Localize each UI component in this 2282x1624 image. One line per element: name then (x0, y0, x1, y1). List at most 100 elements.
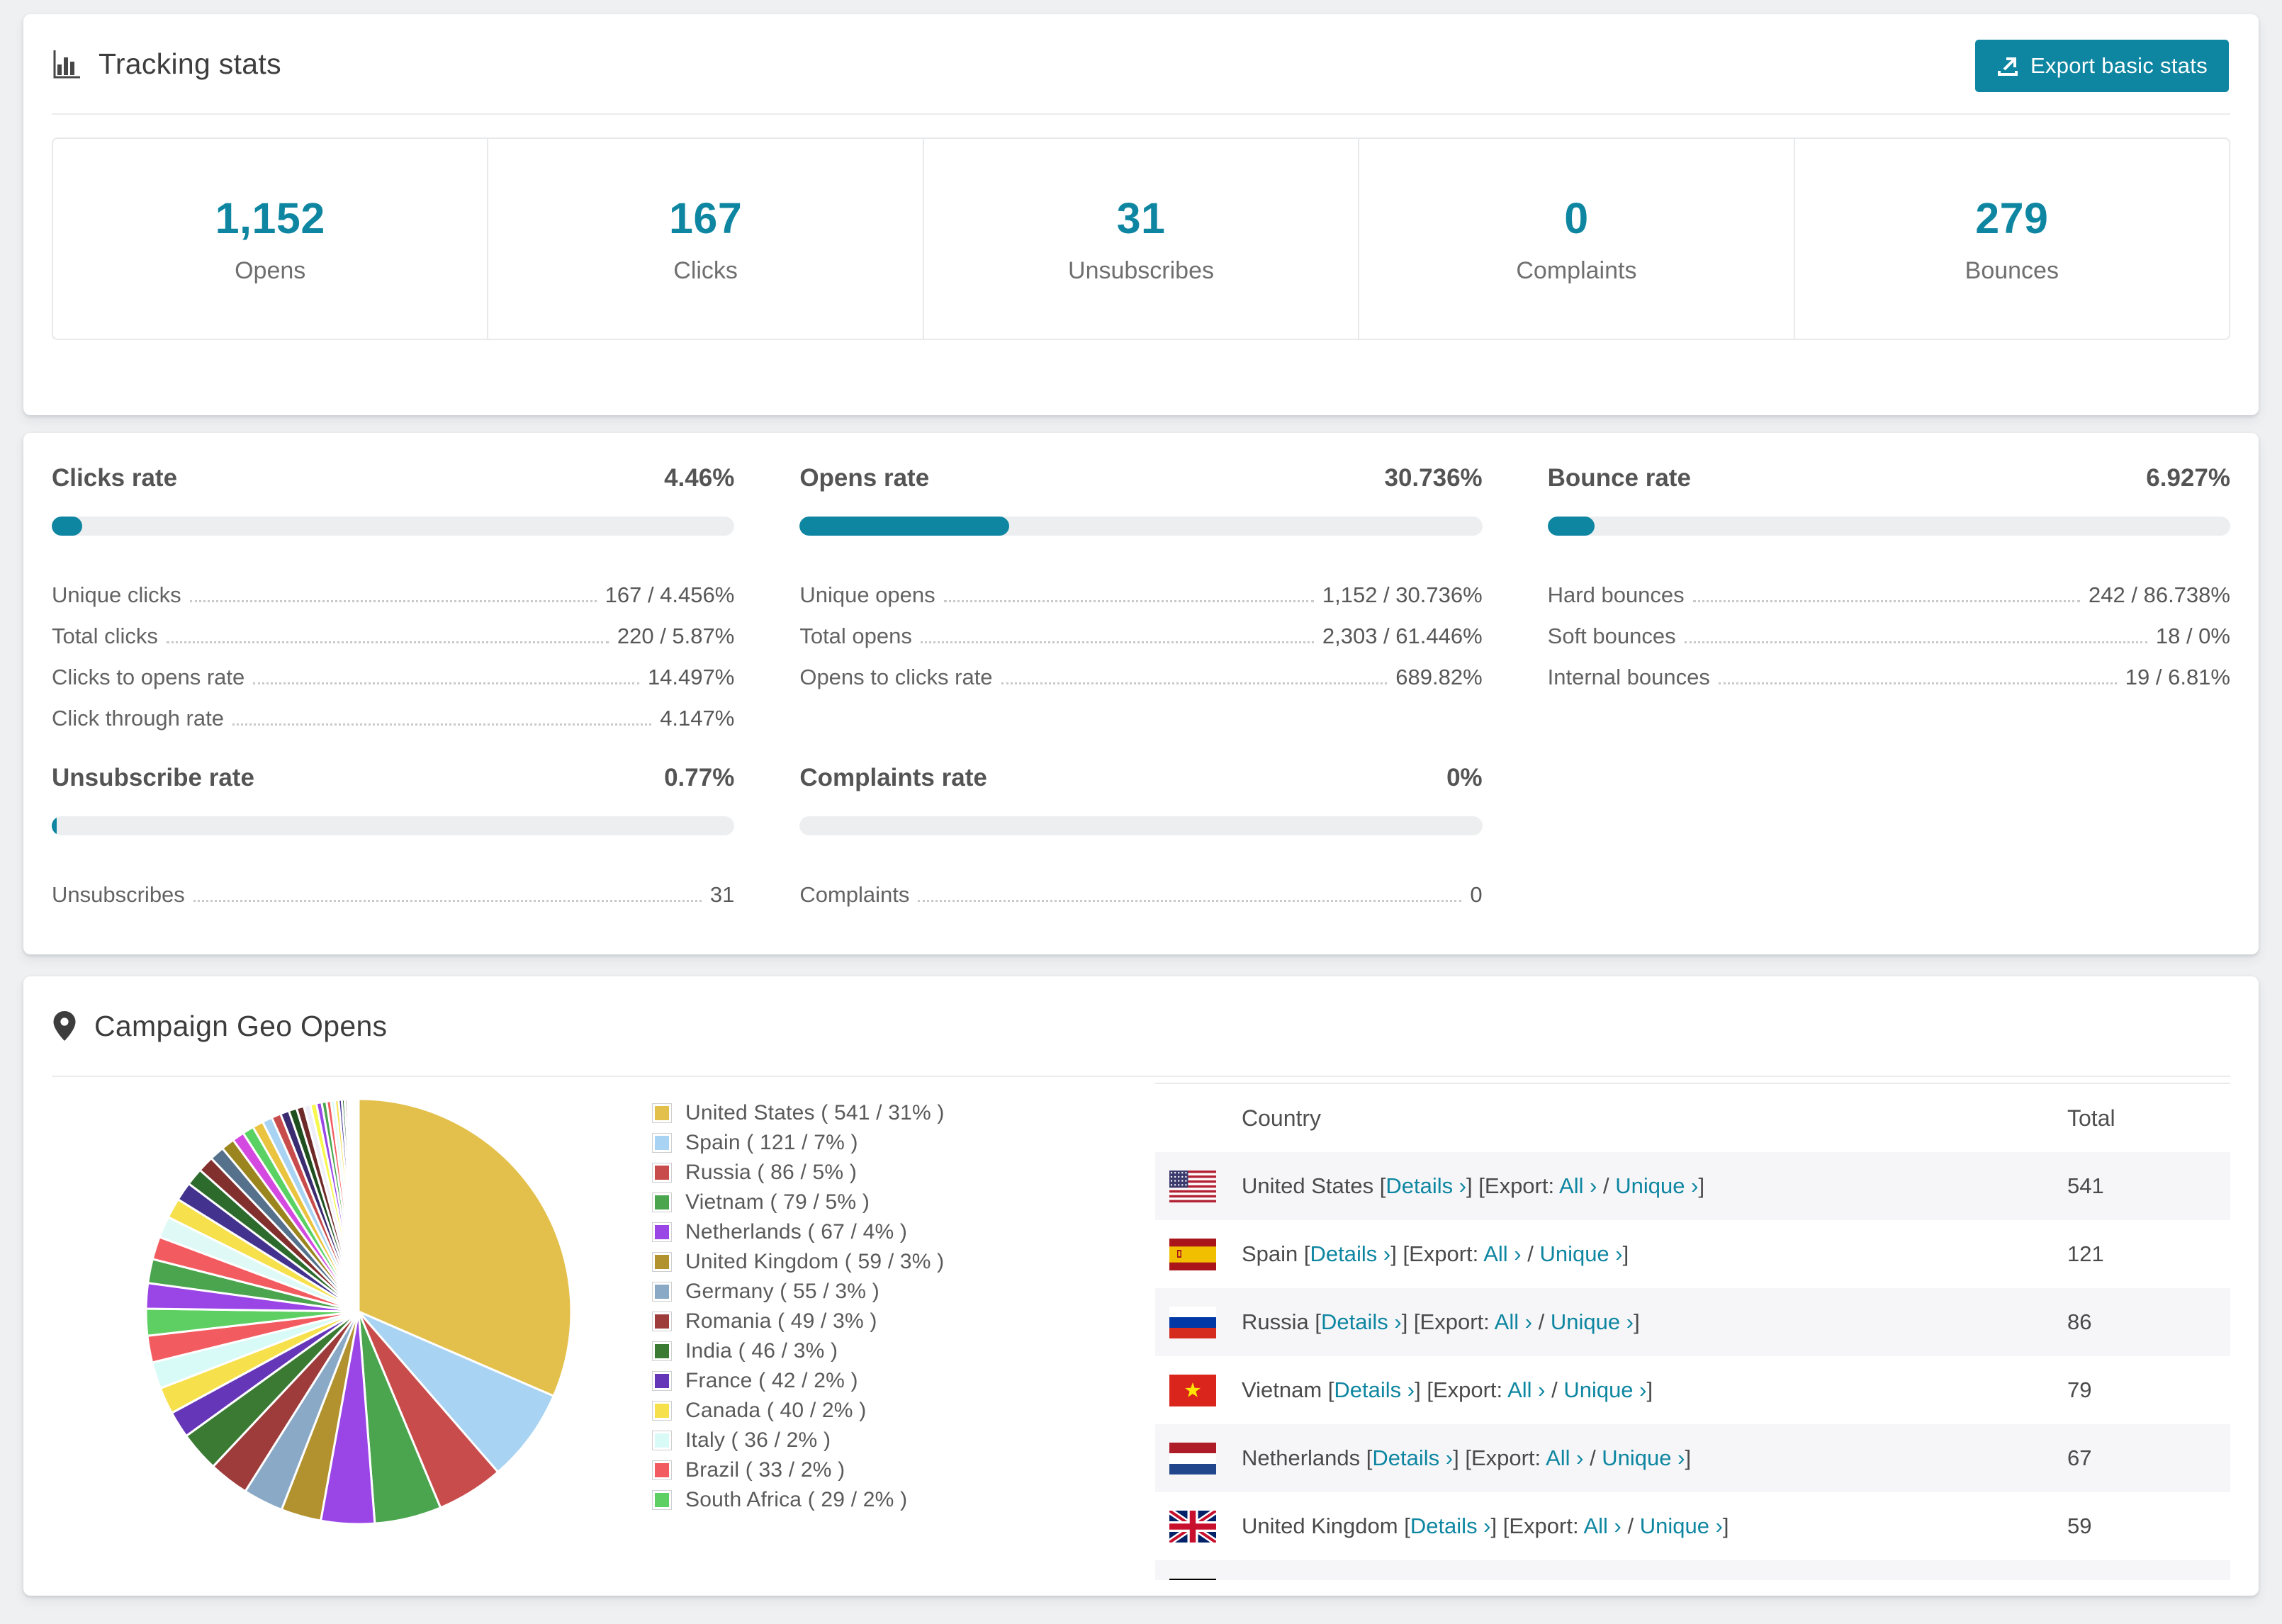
legend-item: Germany ( 55 / 3% ) (652, 1277, 945, 1307)
country-total: 541 (2067, 1173, 2104, 1198)
metric-label: Hard bounces (1547, 582, 1685, 607)
rate-title: Clicks rate (52, 464, 178, 492)
table-row: United States [Details ›] [Export: All ›… (1155, 1152, 2230, 1220)
metric-label: Internal bounces (1547, 665, 1710, 689)
rate-progress-track (799, 816, 1483, 835)
legend-label: Spain ( 121 / 7% ) (685, 1131, 858, 1154)
legend-label: Canada ( 40 / 2% ) (685, 1399, 867, 1422)
legend-item: Netherlands ( 67 / 4% ) (652, 1217, 945, 1247)
metric-label: Unsubscribes (52, 882, 185, 907)
details-link[interactable]: Details › (1321, 1309, 1402, 1334)
rate-metric-row: Unsubscribes 31 (52, 867, 734, 908)
stat-label: Clicks (673, 256, 738, 284)
stats-summary-row: 1,152 Opens 167 Clicks 31 Unsubscribes 0… (52, 137, 2230, 340)
dotted-leader (193, 900, 702, 902)
metric-value: 0 (1470, 882, 1483, 907)
export-unique-link[interactable]: Unique › (1539, 1241, 1622, 1266)
rate-block: Complaints rate 0% Complaints 0 (799, 764, 1483, 908)
geo-pie-chart (138, 1091, 579, 1532)
rate-title: Opens rate (799, 464, 930, 492)
legend-swatch (652, 1103, 672, 1123)
table-row: Russia [Details ›] [Export: All › / Uniq… (1155, 1288, 2230, 1356)
rate-block: Clicks rate 4.46% Unique clicks 167 / 4.… (52, 464, 735, 731)
legend-label: France ( 42 / 2% ) (685, 1369, 858, 1392)
legend-label: Romania ( 49 / 3% ) (685, 1309, 877, 1333)
legend-swatch (652, 1192, 672, 1212)
export-all-link[interactable]: All › (1546, 1445, 1583, 1470)
export-all-link[interactable]: All › (1583, 1513, 1621, 1538)
metric-label: Complaints (799, 882, 910, 907)
legend-label: South Africa ( 29 / 2% ) (685, 1488, 908, 1511)
country-total: 121 (2067, 1241, 2104, 1266)
legend-item: Brazil ( 33 / 2% ) (652, 1455, 945, 1485)
legend-swatch (652, 1163, 672, 1183)
export-all-link[interactable]: All › (1483, 1241, 1521, 1266)
table-row: Vietnam [Details ›] [Export: All › / Uni… (1155, 1356, 2230, 1424)
legend-swatch (652, 1133, 672, 1153)
rate-value: 0.77% (664, 764, 735, 791)
table-header-row: Country Total (1155, 1084, 2230, 1152)
export-unique-link[interactable]: Unique › (1563, 1377, 1646, 1402)
export-label: Export: (1509, 1513, 1579, 1538)
table-row: Netherlands [Details ›] [Export: All › /… (1155, 1424, 2230, 1492)
legend-item: Russia ( 86 / 5% ) (652, 1158, 945, 1188)
export-unique-link[interactable]: Unique › (1551, 1309, 1634, 1334)
details-link[interactable]: Details › (1372, 1445, 1453, 1470)
dotted-leader (166, 641, 609, 643)
country-flag-icon (1169, 1306, 1216, 1338)
table-row: Germany [Details ›] [Export: All › / Uni… (1155, 1560, 2230, 1580)
export-all-link[interactable]: All › (1559, 1173, 1597, 1198)
country-flag-icon (1169, 1442, 1216, 1474)
metric-value: 1,152 / 30.736% (1322, 582, 1483, 607)
export-label: Export: (1471, 1445, 1541, 1470)
export-button-label: Export basic stats (2030, 53, 2208, 78)
rate-metric-row: Total opens 2,303 / 61.446% (799, 608, 1482, 649)
rate-metric-row: Soft bounces 18 / 0% (1548, 608, 2230, 649)
legend-label: Russia ( 86 / 5% ) (685, 1161, 858, 1184)
details-link[interactable]: Details › (1334, 1377, 1415, 1402)
rate-progress-track (52, 517, 735, 536)
export-unique-link[interactable]: Unique › (1602, 1445, 1685, 1470)
metric-value: 4.147% (660, 706, 735, 731)
details-link[interactable]: Details › (1410, 1513, 1491, 1538)
legend-item: Italy ( 36 / 2% ) (652, 1426, 945, 1455)
stat-value: 31 (1116, 193, 1166, 242)
rate-value: 6.927% (2146, 464, 2230, 492)
metric-label: Opens to clicks rate (799, 665, 993, 689)
legend-label: Vietnam ( 79 / 5% ) (685, 1190, 870, 1214)
country-flag-icon (1169, 1170, 1216, 1202)
rate-metric-row: Total clicks 220 / 5.87% (52, 608, 734, 649)
legend-swatch (652, 1312, 672, 1331)
legend-label: United Kingdom ( 59 / 3% ) (685, 1250, 945, 1273)
details-link[interactable]: Details › (1386, 1173, 1466, 1198)
metric-label: Soft bounces (1547, 624, 1676, 648)
details-link[interactable]: Details › (1310, 1241, 1391, 1266)
stat-value: 1,152 (215, 193, 325, 242)
legend-swatch (652, 1371, 672, 1391)
dotted-leader (1692, 600, 2081, 602)
legend-label: Netherlands ( 67 / 4% ) (685, 1220, 908, 1244)
legend-label: Germany ( 55 / 3% ) (685, 1280, 879, 1303)
stat-box: 1,152 Opens (53, 139, 487, 339)
metric-value: 18 / 0% (2155, 624, 2230, 648)
export-all-link[interactable]: All › (1507, 1377, 1545, 1402)
stat-box: 0 Complaints (1358, 139, 1793, 339)
export-unique-link[interactable]: Unique › (1615, 1173, 1698, 1198)
table-row: United Kingdom [Details ›] [Export: All … (1155, 1492, 2230, 1560)
metric-value: 220 / 5.87% (617, 624, 735, 648)
rate-title: Complaints rate (799, 764, 987, 791)
country-name: Spain (1242, 1241, 1298, 1266)
rates-card: Clicks rate 4.46% Unique clicks 167 / 4.… (23, 433, 2259, 954)
metric-value: 14.497% (647, 665, 735, 689)
export-unique-link[interactable]: Unique › (1640, 1513, 1723, 1538)
export-basic-stats-button[interactable]: Export basic stats (1974, 40, 2229, 92)
stat-box: 31 Unsubscribes (922, 139, 1358, 339)
rate-metric-row: Unique opens 1,152 / 30.736% (799, 567, 1482, 608)
legend-item: France ( 42 / 2% ) (652, 1366, 945, 1396)
export-all-link[interactable]: All › (1495, 1309, 1532, 1334)
column-header-total: Total (2067, 1105, 2115, 1131)
country-total: 59 (2067, 1513, 2092, 1538)
dotted-leader (253, 682, 639, 684)
stat-value: 0 (1564, 193, 1589, 242)
pie-legend: United States ( 541 / 31% ) Spain ( 121 … (652, 1098, 945, 1515)
